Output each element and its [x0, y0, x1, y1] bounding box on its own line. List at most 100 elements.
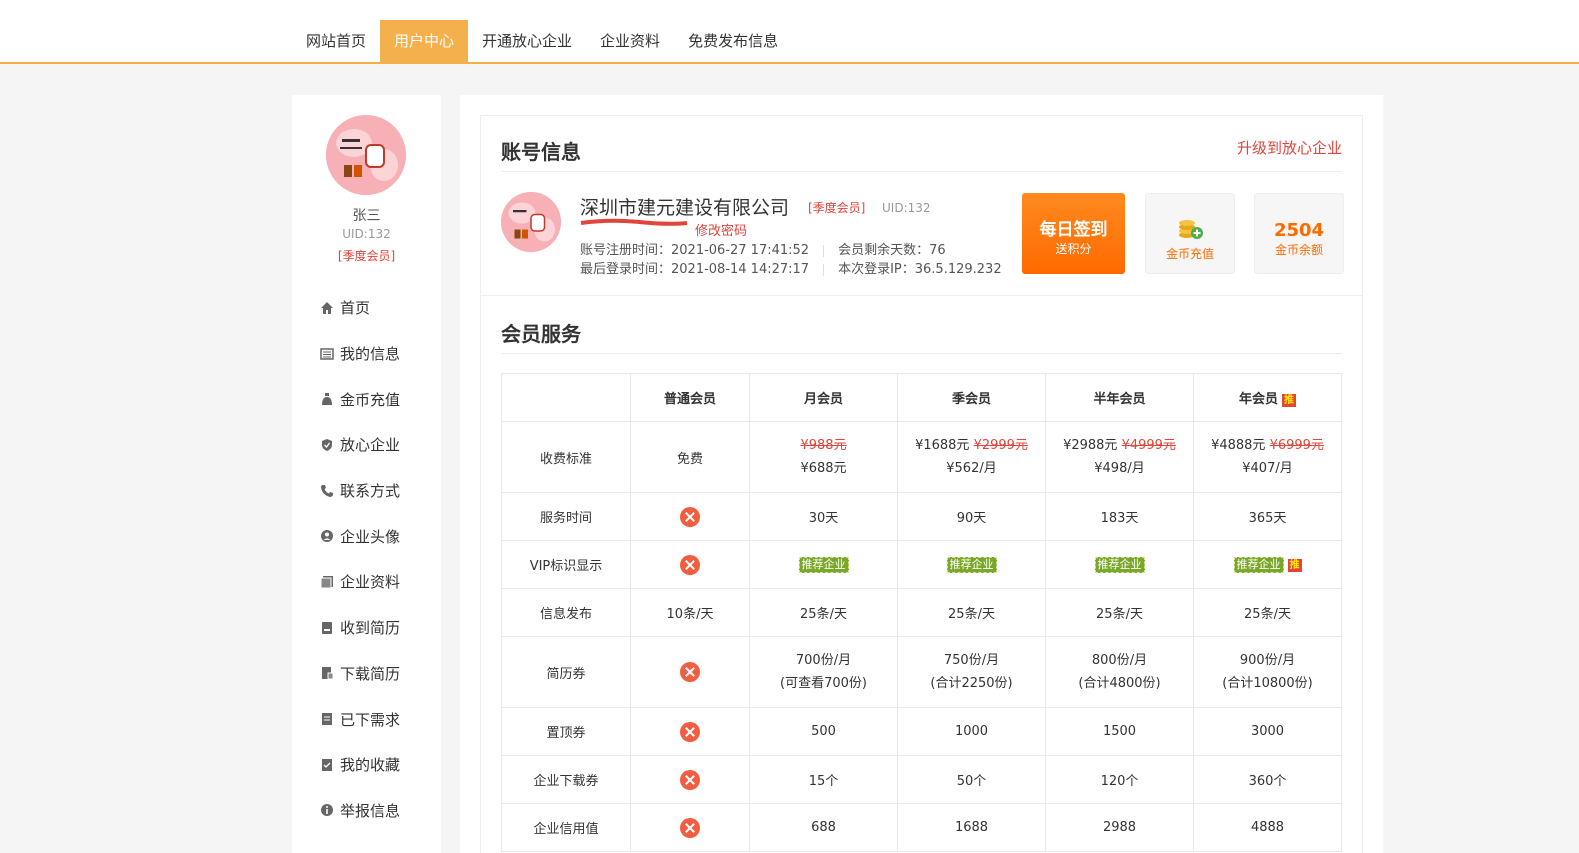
- recharge-button[interactable]: 金币充值: [1145, 193, 1235, 274]
- cell: 50个: [897, 755, 1046, 804]
- sidebar-item-report[interactable]: 举报信息: [320, 788, 400, 834]
- row-label: 收费标准: [501, 421, 631, 493]
- sidebar-item-label: 企业资料: [340, 573, 401, 592]
- cell: 1000: [897, 707, 1046, 756]
- inbox-icon: [322, 621, 332, 634]
- sidebar-item-home[interactable]: 首页: [320, 285, 400, 331]
- cell: 1500: [1045, 707, 1194, 756]
- sidebar-item-downloaded-demand[interactable]: 已下需求: [320, 696, 400, 742]
- table-row: VIP标识显示 推荐企业 推荐企业 推荐企业 推荐企业推: [501, 540, 1342, 589]
- resume-sub: (合计4800份): [1078, 676, 1161, 691]
- sidebar-item-received-resume[interactable]: 收到简历: [320, 605, 400, 651]
- cell: 365天: [1193, 492, 1342, 541]
- sidebar-item-label: 已下需求: [340, 710, 401, 729]
- cell-price-season: ¥1688元 ¥2999元 ¥562/月: [897, 421, 1046, 493]
- cell: 25条/天: [749, 588, 898, 637]
- sidebar-item-label: 首页: [340, 299, 371, 318]
- info-icon: [321, 804, 333, 817]
- row-label: VIP标识显示: [501, 540, 631, 589]
- sidebar-item-label: 金币充值: [340, 390, 401, 409]
- user-uid: UID:132: [342, 227, 391, 241]
- cell: 推荐企业: [897, 540, 1046, 589]
- nav-home[interactable]: 网站首页: [292, 20, 380, 64]
- close-icon: [680, 817, 700, 838]
- cell: 推荐企业: [1045, 540, 1194, 589]
- vip-badge: 推荐企业: [798, 556, 849, 573]
- company-uid: UID:132: [882, 201, 931, 215]
- sidebar-item-avatar[interactable]: 企业头像: [320, 513, 400, 559]
- price: ¥2988元: [1063, 438, 1118, 453]
- member-level: [季度会员]: [808, 201, 866, 215]
- cell-price-month: ¥988元 ¥688元: [749, 421, 898, 493]
- row-label: 企业下载券: [501, 755, 631, 804]
- table-row: 收费标准 免费 ¥988元 ¥688元 ¥1688元 ¥2999元 ¥562/月 ¥…: [501, 421, 1342, 493]
- cell: 120个: [1045, 755, 1194, 804]
- header-year: 年会员推: [1193, 373, 1342, 422]
- avatar[interactable]: [326, 115, 406, 195]
- sidebar-item-favorites[interactable]: 我的收藏: [320, 742, 400, 788]
- vip-badge: 推荐企业: [1094, 556, 1145, 573]
- cell: 2988: [1045, 803, 1194, 852]
- table-row: 信息发布 10条/天 25条/天 25条/天 25条/天 25条/天: [501, 588, 1342, 637]
- sidebar-item-company-info[interactable]: 企业资料: [320, 559, 400, 605]
- cell: 1688: [897, 803, 1046, 852]
- bookmark-icon: [322, 758, 332, 771]
- close-icon: [680, 769, 700, 790]
- cell: 25条/天: [897, 588, 1046, 637]
- price: ¥1688元: [915, 438, 970, 453]
- sidebar-item-label: 企业头像: [340, 527, 401, 546]
- register-time: 账号注册时间：2021-06-27 17:41:52: [580, 243, 810, 258]
- header-empty: [501, 373, 631, 422]
- sidebar-item-recharge[interactable]: 金币充值: [320, 376, 400, 422]
- membership-title: 会员服务: [501, 322, 581, 346]
- cell: 700份/月 (可查看700份): [749, 636, 898, 708]
- close-icon: [680, 506, 700, 527]
- header-year-label: 年会员: [1238, 392, 1278, 407]
- document-icon: [320, 575, 333, 589]
- upgrade-link[interactable]: 升级到放心企业: [1237, 137, 1342, 158]
- resume-val: 750份/月: [943, 653, 1000, 668]
- cell-no: [630, 755, 750, 804]
- cell: 183天: [1045, 492, 1194, 541]
- row-label: 置顶券: [501, 707, 631, 756]
- company-avatar[interactable]: [501, 192, 561, 252]
- hot-tag: 推: [1287, 558, 1302, 572]
- top-nav: 网站首页 用户中心 开通放心企业 企业资料 免费发布信息: [292, 20, 792, 64]
- row-label: 简历券: [501, 636, 631, 708]
- nav-company-info[interactable]: 企业资料: [586, 20, 674, 64]
- coin-balance-box[interactable]: 2504 金币余额: [1254, 193, 1344, 274]
- recharge-label: 金币充值: [1165, 247, 1214, 261]
- side-menu: 首页 我的信息 金币充值 放心企业 联系方式 企业头像 企业资料 收到简历 下载…: [320, 285, 400, 833]
- nav-free-publish[interactable]: 免费发布信息: [674, 20, 792, 64]
- membership-table: 普通会员 月会员 季会员 半年会员 年会员推 收费标准 免费 ¥988元 ¥688…: [501, 373, 1342, 852]
- cell: 4888: [1193, 803, 1342, 852]
- user-name: 张三: [352, 208, 381, 224]
- row-label: 信息发布: [501, 588, 631, 637]
- divider: [501, 171, 1342, 172]
- cell-no: [630, 707, 750, 756]
- close-icon: [680, 721, 700, 742]
- old-price: ¥2999元: [973, 438, 1028, 453]
- daily-signin-button[interactable]: 每日签到 送积分: [1022, 193, 1125, 274]
- coin-bag-icon: [322, 393, 332, 406]
- cell-free: 免费: [630, 421, 750, 493]
- sidebar-item-contact[interactable]: 联系方式: [320, 468, 400, 514]
- change-password-link[interactable]: 修改密码: [695, 220, 747, 239]
- cell: 10条/天: [630, 588, 750, 637]
- resume-sub: (可查看700份): [780, 676, 867, 691]
- cell: 推荐企业: [749, 540, 898, 589]
- resume-val: 700份/月: [795, 653, 852, 668]
- cell: 25条/天: [1045, 588, 1194, 637]
- close-icon: [680, 554, 700, 575]
- row-label: 企业信用值: [501, 803, 631, 852]
- per-month: ¥407/月: [1242, 461, 1293, 476]
- sidebar-item-my-info[interactable]: 我的信息: [320, 331, 400, 377]
- remaining-days: 会员剩余天数：76: [838, 243, 946, 258]
- nav-open-trusted[interactable]: 开通放心企业: [468, 20, 586, 64]
- last-login: 最后登录时间：2021-08-14 14:27:17: [580, 262, 810, 277]
- sidebar-item-trusted[interactable]: 放心企业: [320, 422, 400, 468]
- sidebar-item-label: 放心企业: [340, 436, 401, 455]
- sidebar-item-download-resume[interactable]: 下载简历: [320, 651, 400, 697]
- cell: 推荐企业推: [1193, 540, 1342, 589]
- nav-user-center[interactable]: 用户中心: [380, 20, 469, 64]
